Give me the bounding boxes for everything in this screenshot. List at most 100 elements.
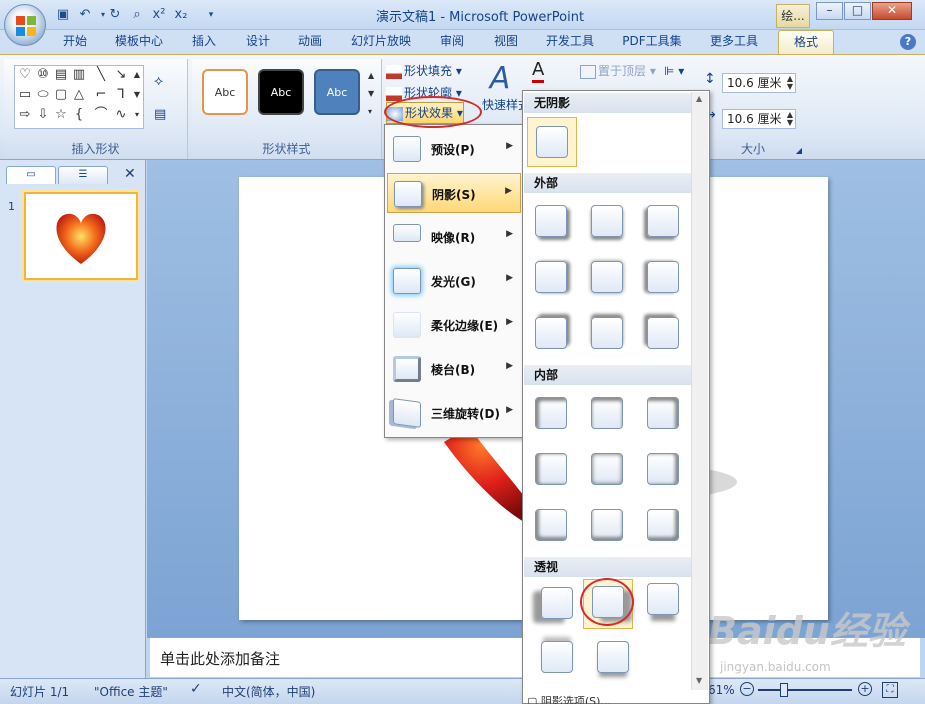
tab-design[interactable]: 设计 (236, 30, 280, 54)
zoom-in-icon[interactable]: + (858, 682, 872, 696)
shape-fill-button[interactable]: 形状填充 ▾ (386, 61, 462, 81)
dialog-launcher-icon[interactable]: ◢ (796, 146, 802, 155)
menu-item-bevel[interactable]: 棱台(B) ▶ (387, 349, 521, 389)
shadow-outer-1[interactable] (527, 197, 577, 247)
rounded-rect-icon[interactable]: ▢ (53, 88, 69, 102)
menu-item-glow[interactable]: 发光(G) ▶ (387, 261, 521, 301)
shadow-perspective-4[interactable] (527, 635, 577, 685)
tab-pdf-tools[interactable]: PDF工具集 (614, 30, 690, 54)
bring-to-front-button[interactable]: 置于顶层 ▾ (580, 61, 656, 81)
rectangle-shape-icon[interactable]: ▭ (17, 88, 33, 102)
menu-item-soft-edges[interactable]: 柔化边缘(E) ▶ (387, 305, 521, 345)
save-icon[interactable]: ▣ (54, 6, 72, 24)
gallery-up-icon[interactable]: ▲ (129, 68, 145, 82)
triangle-shape-icon[interactable]: △ (71, 88, 87, 102)
tab-slides[interactable]: ▭ (6, 166, 56, 184)
shadow-perspective-5[interactable] (583, 635, 633, 685)
shadow-outer-3[interactable] (639, 197, 689, 247)
shadow-outer-9[interactable] (639, 309, 689, 359)
down-arrow-shape-icon[interactable]: ⇩ (35, 108, 51, 122)
styles-scroll-icon[interactable]: ▲ ▼ ▾ (368, 67, 374, 121)
shadow-perspective-3[interactable] (639, 579, 689, 629)
tab-templates[interactable]: 模板中心 (104, 30, 174, 54)
shadow-outer-6[interactable] (639, 253, 689, 303)
oval-shape-icon[interactable]: ⬭ (35, 88, 51, 102)
star-shape-icon[interactable]: ☆ (53, 108, 69, 122)
shadow-inner-2[interactable] (583, 389, 633, 439)
width-spinner[interactable]: 10.6 厘米 ▲ ▼ (722, 109, 796, 129)
spinner-arrows-icon[interactable]: ▲ ▼ (787, 111, 793, 127)
line-shape-icon[interactable]: ╲ (93, 68, 109, 82)
print-preview-icon[interactable]: ⌕ (128, 6, 146, 24)
tab-view[interactable]: 视图 (484, 30, 528, 54)
textbox-shape-icon[interactable]: ▤ (53, 68, 69, 82)
close-button[interactable]: ✕ (872, 2, 912, 20)
fit-window-icon[interactable]: ⛶ (882, 682, 898, 698)
arrow-line-icon[interactable]: ↘ (113, 68, 129, 82)
spinner-arrows-icon[interactable]: ▲ ▼ (787, 75, 793, 91)
tab-review[interactable]: 审阅 (430, 30, 474, 54)
shapes-gallery[interactable]: ♡ ⑩ ▤ ▥ ╲ ↘ ▭ ⬭ ▢ △ ⌐ ⅂ ⇨ ⇩ ☆ { ⌒ ∿ ▲ ▼ … (14, 65, 144, 129)
tab-outline[interactable]: ☰ (58, 166, 108, 184)
zoom-level[interactable]: 61% (708, 683, 735, 697)
office-button[interactable] (4, 4, 46, 46)
style-sample-black[interactable]: Abc (258, 69, 304, 115)
shadow-outer-2[interactable] (583, 197, 633, 247)
shadow-outer-8[interactable] (583, 309, 633, 359)
shadow-inner-3[interactable] (639, 389, 689, 439)
menu-item-3d-rotation[interactable]: 三维旋转(D) ▶ (387, 393, 521, 433)
textbox-insert-icon[interactable]: ▤ (154, 107, 166, 122)
right-arrow-shape-icon[interactable]: ⇨ (17, 108, 33, 122)
elbow-connector-icon[interactable]: ⌐ (93, 88, 109, 102)
subscript-icon[interactable]: x₂ (172, 6, 190, 24)
tab-insert[interactable]: 插入 (182, 30, 226, 54)
gallery-down-icon[interactable]: ▼ (129, 88, 145, 102)
customize-toolbar-icon[interactable]: ▾ (202, 6, 220, 24)
text-fill-icon[interactable]: A (532, 59, 545, 83)
close-panel-icon[interactable]: ✕ (124, 166, 136, 182)
contextual-tab-label[interactable]: 绘... (776, 4, 810, 28)
shadow-menu-scrollbar[interactable]: ▲ ▼ (691, 92, 708, 690)
tab-home[interactable]: 开始 (52, 30, 98, 54)
wordart-icon[interactable]: A (476, 61, 524, 99)
undo-icon[interactable]: ↶ (76, 6, 94, 24)
shadow-outer-4[interactable] (527, 253, 577, 303)
vertical-textbox-icon[interactable]: ▥ (71, 68, 87, 82)
scroll-up-icon[interactable]: ▲ (696, 94, 702, 103)
menu-item-preset[interactable]: 预设(P) ▶ (387, 129, 521, 169)
tab-developer[interactable]: 开发工具 (536, 30, 604, 54)
tab-format[interactable]: 格式 (778, 30, 834, 55)
shadow-inner-9[interactable] (639, 501, 689, 551)
curve-shape-icon[interactable]: ∿ (113, 108, 129, 122)
status-language[interactable]: 中文(简体，中国) (222, 683, 315, 700)
shadow-outer-5[interactable] (583, 253, 633, 303)
brace-shape-icon[interactable]: { (71, 108, 87, 122)
shadow-inner-8[interactable] (583, 501, 633, 551)
shadow-perspective-1[interactable] (527, 579, 577, 629)
edit-shape-icon[interactable]: ⟡ (154, 73, 163, 89)
style-sample-blue[interactable]: Abc (314, 69, 360, 115)
shadow-option-none[interactable] (527, 117, 577, 167)
menu-item-reflection[interactable]: 映像(R) ▶ (387, 217, 521, 257)
shadow-inner-7[interactable] (527, 501, 577, 551)
zoom-thumb[interactable] (780, 683, 788, 697)
arc-shape-icon[interactable]: ⌒ (93, 108, 109, 122)
shadow-options-item[interactable]: ▢ 阴影选项(S)... (527, 693, 611, 704)
tab-animation[interactable]: 动画 (288, 30, 332, 54)
shadow-outer-7[interactable] (527, 309, 577, 359)
zoom-slider[interactable] (758, 689, 852, 691)
tab-more-tools[interactable]: 更多工具 (700, 30, 768, 54)
style-sample-orange[interactable]: Abc (202, 69, 248, 115)
shadow-inner-4[interactable] (527, 445, 577, 495)
slide-thumbnail[interactable] (24, 192, 138, 280)
height-spinner[interactable]: 10.6 厘米 ▲ ▼ (722, 73, 796, 93)
elbow-arrow-icon[interactable]: ⅂ (113, 88, 129, 102)
shadow-inner-1[interactable] (527, 389, 577, 439)
shadow-inner-6[interactable] (639, 445, 689, 495)
tab-slideshow[interactable]: 幻灯片放映 (340, 30, 422, 54)
gallery-more-icon[interactable]: ▾ (129, 108, 145, 122)
minimize-button[interactable]: – (816, 2, 843, 20)
octagon-shape-icon[interactable]: ⑩ (35, 68, 51, 82)
maximize-button[interactable]: □ (844, 2, 871, 20)
zoom-out-icon[interactable]: − (740, 682, 754, 696)
